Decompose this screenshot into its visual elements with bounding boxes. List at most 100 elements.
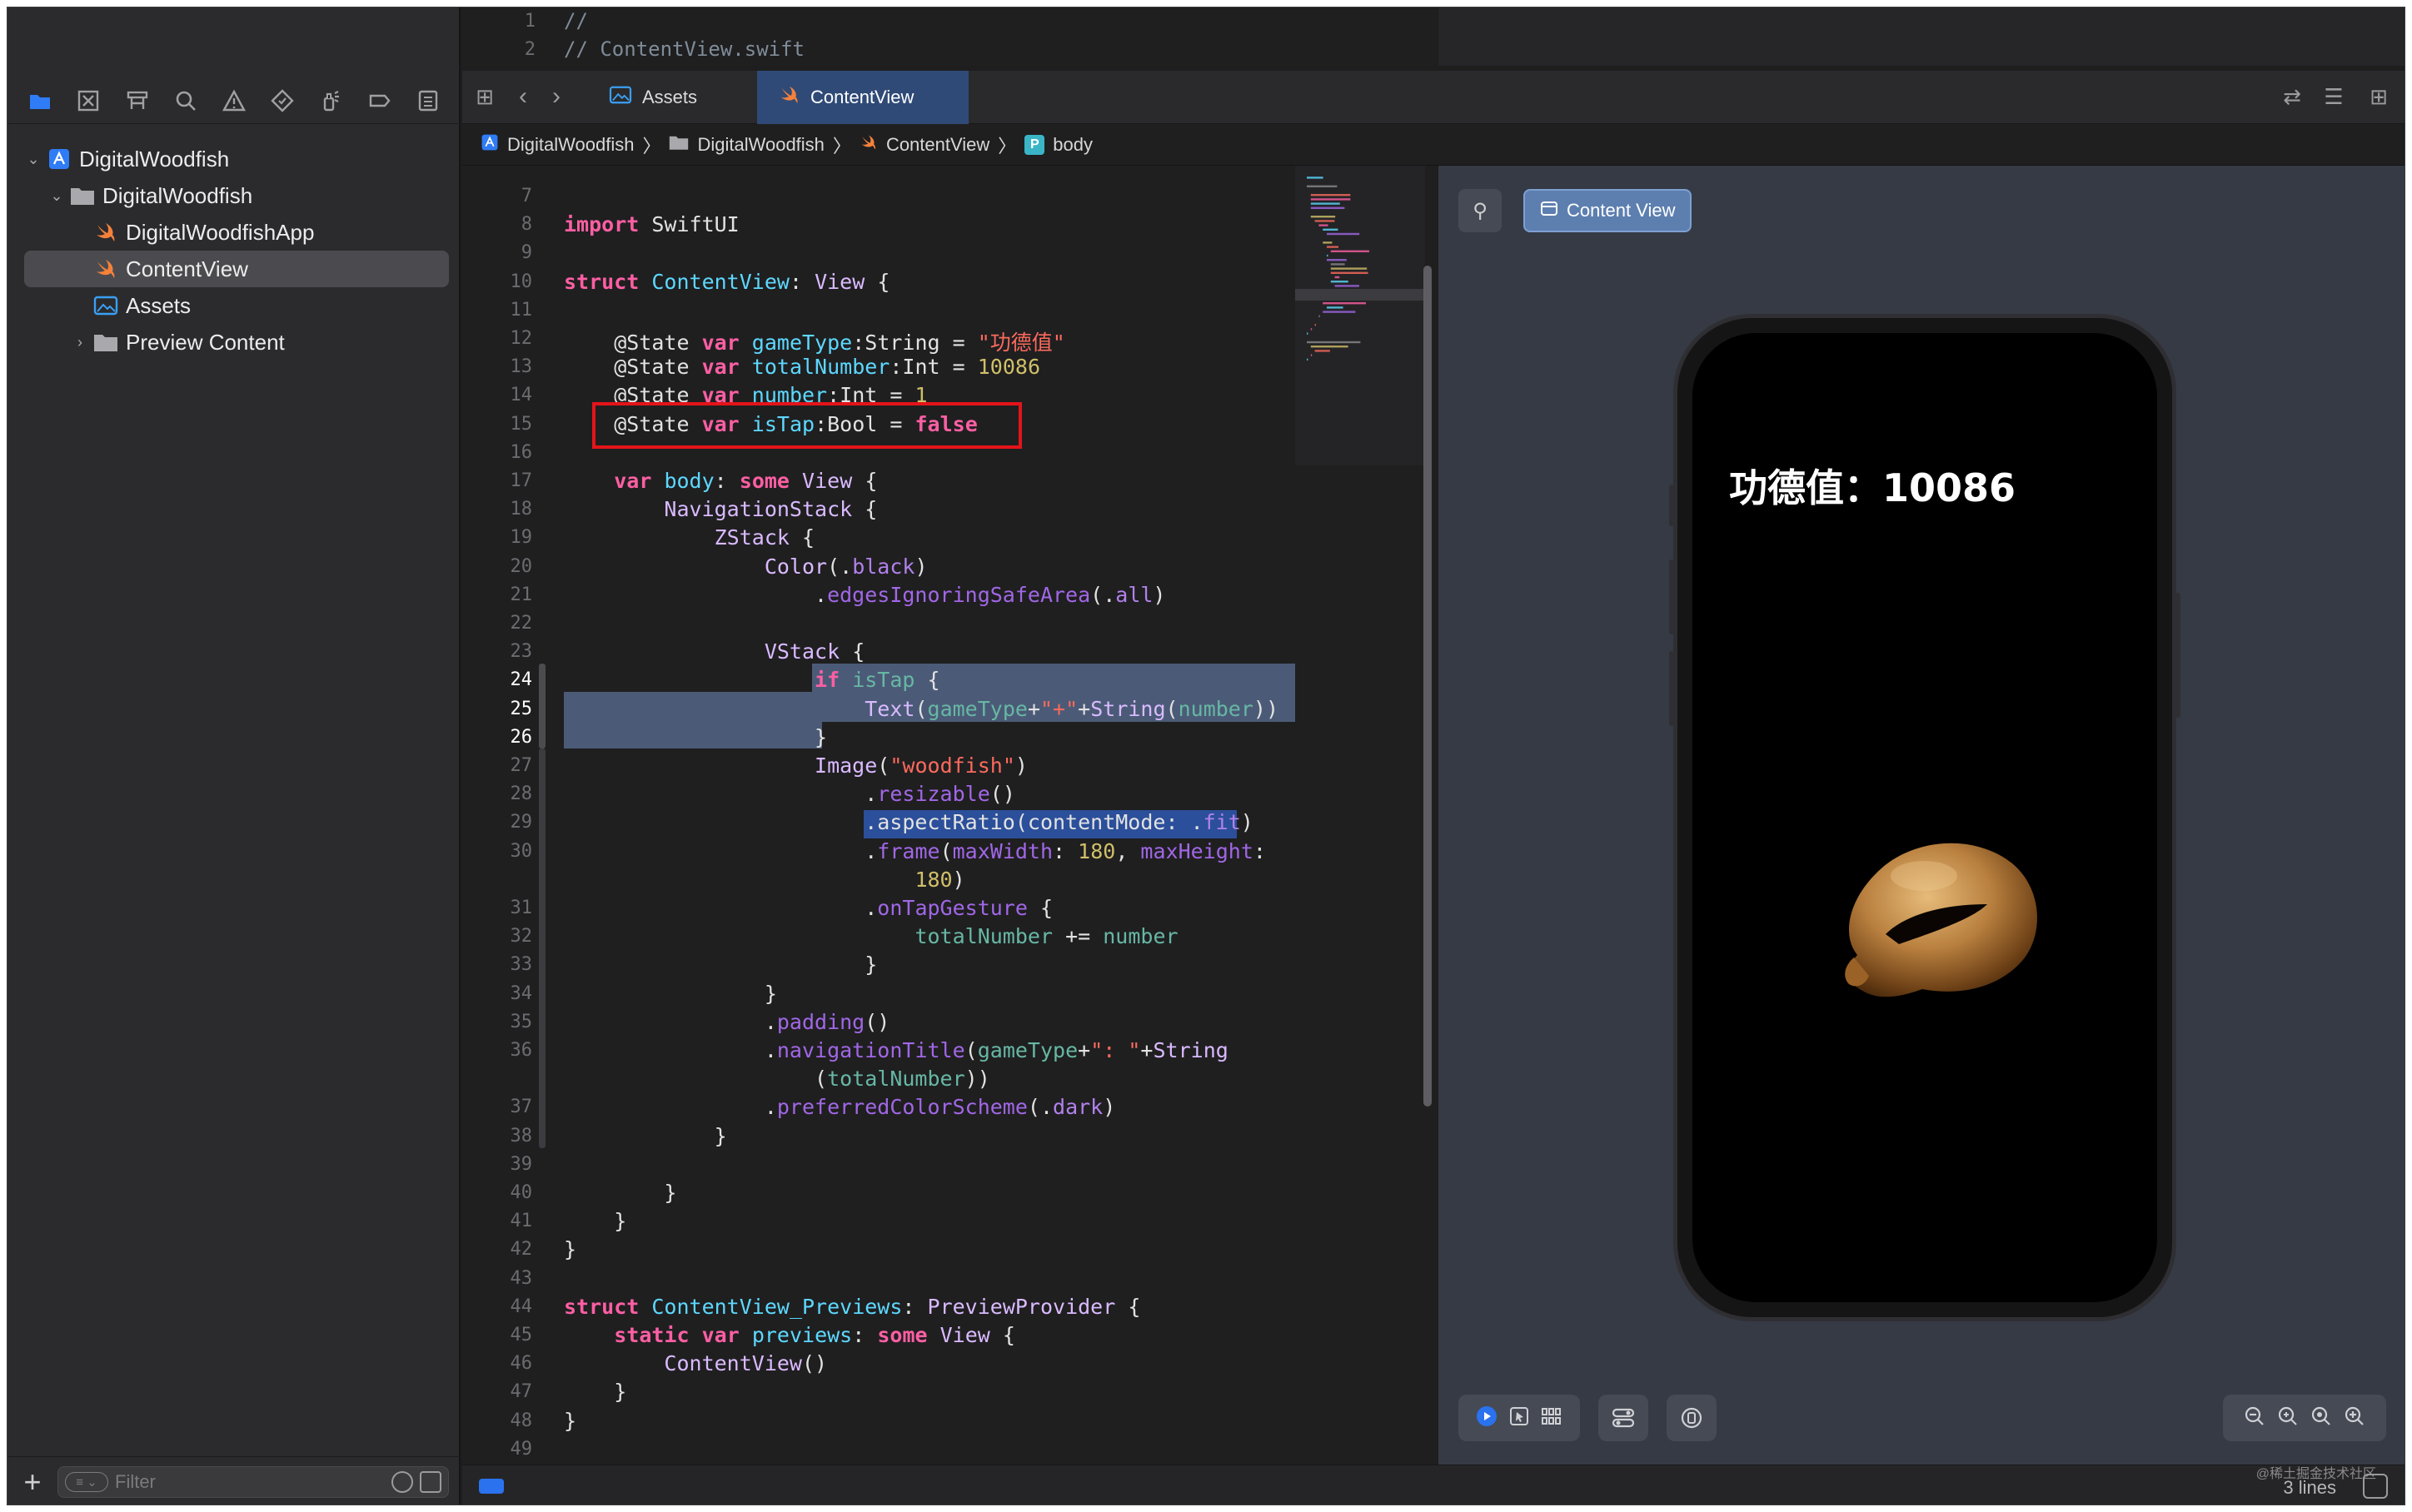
code-line[interactable]: 48} <box>462 1407 1295 1435</box>
debug-area-toggle-icon[interactable] <box>479 1479 504 1494</box>
tab-assets[interactable]: Assets <box>587 71 719 124</box>
code-line[interactable]: 34 } <box>462 980 1295 1008</box>
zoom-actual-icon[interactable] <box>2310 1405 2332 1431</box>
warning-icon[interactable] <box>219 86 249 116</box>
minimap-line <box>1327 246 1338 248</box>
forward-icon[interactable]: › <box>542 82 571 111</box>
line-number: 8 <box>521 214 532 236</box>
chevron-down-icon[interactable]: ⌄ <box>47 187 66 205</box>
source-control-filter-icon[interactable] <box>420 1470 441 1493</box>
zoom-out-icon[interactable] <box>2244 1405 2265 1431</box>
code-line[interactable]: 180) <box>462 866 1295 894</box>
code-line[interactable]: 45 static var previews: some View { <box>462 1321 1295 1350</box>
code-line[interactable]: 36 .navigationTitle(gameType+": "+String <box>462 1037 1295 1065</box>
code-line[interactable]: 7 <box>462 182 1295 211</box>
code-line[interactable]: 47 } <box>462 1378 1295 1406</box>
tree-item-file-selected[interactable]: ContentView <box>24 251 449 287</box>
grid-icon[interactable]: ⊞ <box>471 82 499 111</box>
line-number: 32 <box>510 926 533 947</box>
breakpoint-icon[interactable] <box>365 86 395 116</box>
code-line[interactable]: 22 <box>462 609 1295 638</box>
code-line[interactable]: 39 <box>462 1151 1295 1179</box>
zoom-fit-icon[interactable] <box>2277 1405 2299 1431</box>
tree-item-file[interactable]: DigitalWoodfishApp <box>24 214 449 251</box>
preview-tab-content-view[interactable]: Content View <box>1523 189 1692 232</box>
code-line[interactable]: 35 .padding() <box>462 1008 1295 1037</box>
search-icon[interactable] <box>171 86 201 116</box>
code-line[interactable]: 18 NavigationStack { <box>462 495 1295 524</box>
code-line[interactable]: 26 } <box>462 724 1295 752</box>
woodfish-image[interactable] <box>1824 818 2049 1009</box>
back-icon[interactable]: ‹ <box>509 82 537 111</box>
code-line[interactable]: 46 ContentView() <box>462 1350 1295 1378</box>
code-line[interactable]: 9 <box>462 239 1295 267</box>
editor-scrollbar[interactable] <box>1423 266 1432 1107</box>
tree-item-assets[interactable]: Assets <box>24 287 449 324</box>
code-line[interactable]: 21 .edgesIgnoringSafeArea(.all) <box>462 581 1295 609</box>
device-inspector-icon[interactable] <box>1667 1395 1717 1441</box>
tree-item-group[interactable]: ⌄ DigitalWoodfish <box>24 177 449 214</box>
code-line[interactable]: 31 .onTapGesture { <box>462 894 1295 923</box>
code-line[interactable]: 30 .frame(maxWidth: 180, maxHeight: <box>462 838 1295 866</box>
code-line[interactable]: 19 ZStack { <box>462 524 1295 552</box>
code-line[interactable]: 40 } <box>462 1179 1295 1207</box>
minimap-visible-region[interactable] <box>1295 289 1425 301</box>
live-preview-icon[interactable] <box>1476 1405 1498 1431</box>
report-navigator-icon[interactable] <box>413 86 443 116</box>
code-line[interactable]: 13 @State var totalNumber:Int = 10086 <box>462 353 1295 381</box>
code-line[interactable]: 38 } <box>462 1122 1295 1151</box>
code-line[interactable]: 37 .preferredColorScheme(.dark) <box>462 1093 1295 1122</box>
add-editor-icon[interactable]: ⊞ <box>2365 82 2393 111</box>
breadcrumb-group[interactable]: DigitalWoodfish <box>669 134 825 156</box>
code-line[interactable]: 42} <box>462 1236 1295 1264</box>
debug-spray-icon[interactable] <box>316 86 346 116</box>
tree-item-group[interactable]: › Preview Content <box>24 324 449 361</box>
source-control-icon[interactable] <box>73 86 103 116</box>
breadcrumb-project[interactable]: DigitalWoodfish <box>481 133 634 157</box>
code-line[interactable]: 32 totalNumber += number <box>462 923 1295 951</box>
code-line[interactable]: 24 if isTap { <box>462 666 1295 694</box>
selectable-mode-icon[interactable] <box>1509 1406 1529 1430</box>
device-settings-icon[interactable] <box>1598 1395 1648 1441</box>
test-diamond-icon[interactable] <box>267 86 297 116</box>
code-line[interactable]: 43 <box>462 1265 1295 1293</box>
recent-files-icon[interactable] <box>391 1470 413 1493</box>
chevron-down-icon[interactable]: ⌄ <box>24 151 42 168</box>
code-line[interactable]: 44 struct ContentView_Previews: PreviewPr… <box>462 1293 1295 1321</box>
pin-icon[interactable]: ⚲ <box>1458 189 1502 232</box>
code-text: .edgesIgnoringSafeArea(.all) <box>564 582 1166 607</box>
code-line[interactable]: 29 .aspectRatio(contentMode: .fit) <box>462 808 1295 837</box>
code-line[interactable]: 28 .resizable() <box>462 780 1295 808</box>
code-line[interactable]: 10 struct ContentView: View { <box>462 268 1295 296</box>
code-line[interactable]: 12 @State var gameType:String = "功德值" <box>462 325 1295 355</box>
code-line[interactable]: 41 } <box>462 1207 1295 1236</box>
code-editor[interactable]: 7 8 import SwiftUI 9 10 struct ContentView: V… <box>462 166 1437 1465</box>
code-line[interactable]: 49 <box>462 1435 1295 1464</box>
code-line[interactable]: 8 import SwiftUI <box>462 211 1295 239</box>
filter-options-icon[interactable]: ≡ ⌄ <box>65 1471 108 1492</box>
filter-field[interactable]: ≡ ⌄ Filter <box>57 1465 449 1498</box>
add-icon[interactable]: + <box>19 1466 46 1497</box>
code-line[interactable]: 11 <box>462 296 1295 325</box>
project-navigator-folder-icon[interactable] <box>25 86 55 116</box>
breadcrumb-file[interactable]: ContentView <box>860 134 989 156</box>
breadcrumb-symbol[interactable]: P body <box>1024 134 1093 156</box>
code-line[interactable]: 25 Text(gameType+"+"+String(number)) <box>462 695 1295 724</box>
zoom-in-icon[interactable] <box>2344 1405 2365 1431</box>
code-line[interactable]: (totalNumber)) <box>462 1065 1295 1093</box>
swap-arrows-icon[interactable]: ⇄ <box>2278 82 2306 111</box>
tree-item-project[interactable]: ⌄ DigitalWoodfish <box>24 141 449 177</box>
code-line[interactable]: 17 var body: some View { <box>462 467 1295 495</box>
editor-options-icon[interactable]: ☰ <box>2320 82 2348 111</box>
code-line[interactable]: 33 } <box>462 951 1295 979</box>
symbol-navigator-icon[interactable] <box>122 86 152 116</box>
tab-contentview[interactable]: ContentView <box>757 71 969 124</box>
code-line[interactable]: 23 VStack { <box>462 638 1295 666</box>
panel-toggle-icon[interactable] <box>2363 1474 2388 1499</box>
chevron-right-icon[interactable]: › <box>71 334 89 351</box>
code-line[interactable]: 27 Image("woodfish") <box>462 752 1295 780</box>
minimap[interactable] <box>1295 166 1425 465</box>
phone-screen[interactable]: 功德值：10086 <box>1692 333 2157 1302</box>
code-line[interactable]: 20 Color(.black) <box>462 553 1295 581</box>
variants-grid-icon[interactable] <box>1541 1406 1562 1430</box>
